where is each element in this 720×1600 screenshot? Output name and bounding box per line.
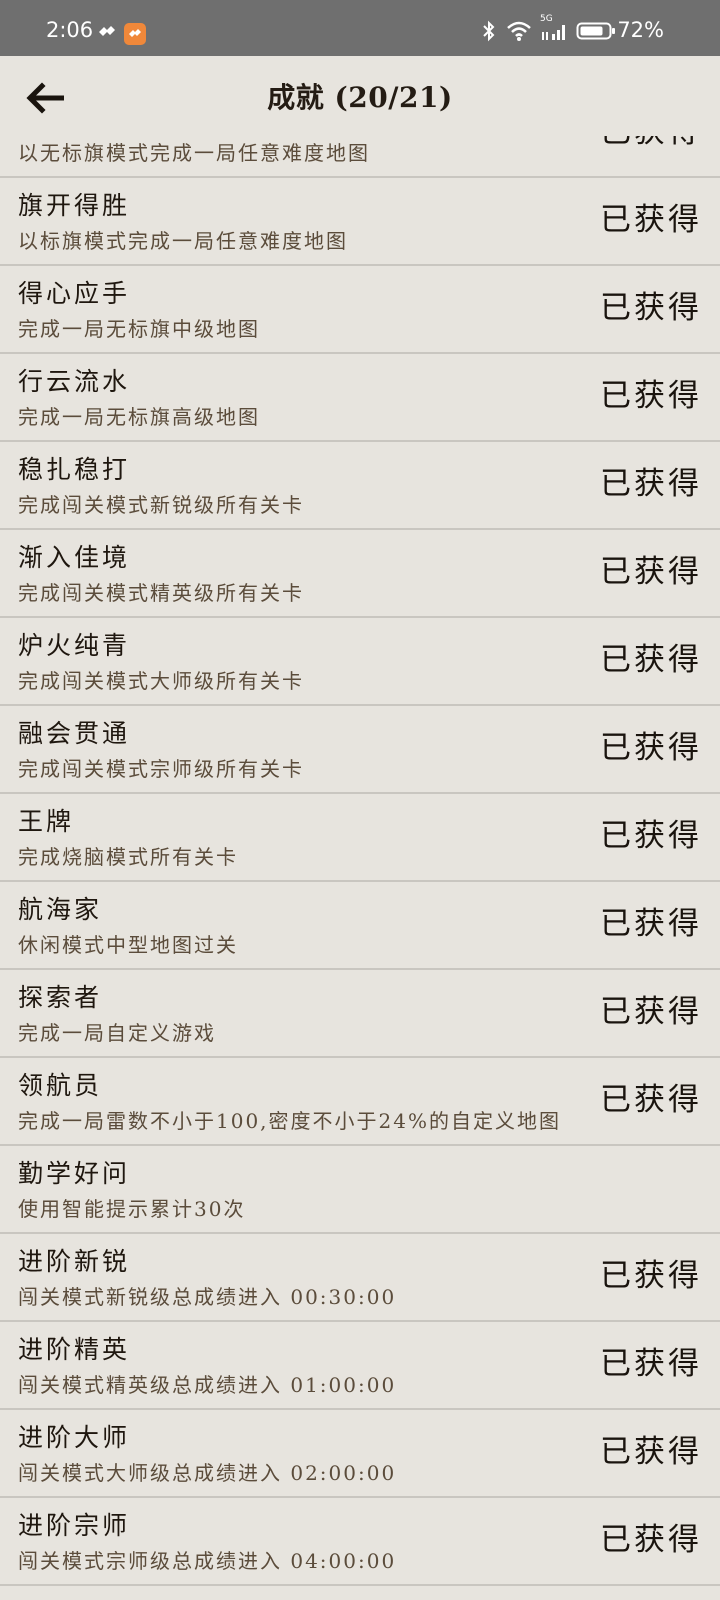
- achievement-name: 炉火纯青: [18, 631, 131, 660]
- achievement-description: 完成烧脑模式所有关卡: [18, 845, 238, 869]
- achievement-row[interactable]: 探索者完成一局自定义游戏 已获得: [0, 970, 720, 1058]
- battery-icon: [576, 20, 616, 46]
- battery-percent: 72%: [617, 18, 664, 42]
- achievement-name: 融会贯通: [18, 719, 131, 748]
- achievement-name: 王牌: [18, 807, 75, 836]
- status-time: 2:06: [46, 18, 94, 42]
- achievement-description: 完成闯关模式大师级所有关卡: [18, 669, 304, 693]
- achievement-name: 进阶大师: [18, 1423, 131, 1452]
- achievement-list[interactable]: 以无标旗模式完成一局任意难度地图已获得旗开得胜以标旗模式完成一局任意难度地图已获…: [0, 136, 720, 1600]
- achievement-row[interactable]: 进阶宗师闯关模式宗师级总成绩进入 04:00:00 已获得: [0, 1498, 720, 1586]
- achievement-name: 进阶新锐: [18, 1247, 131, 1276]
- achievement-status: 已获得: [600, 554, 702, 590]
- achievement-status: 已获得: [600, 1434, 702, 1470]
- achievement-status: 已获得: [600, 1258, 702, 1294]
- achievement-name: 渐入佳境: [18, 543, 131, 572]
- achievement-description: 闯关模式精英级总成绩进入 01:00:00: [18, 1373, 397, 1397]
- achievement-status: 已获得: [600, 136, 702, 152]
- network-type-label: 5G: [540, 14, 553, 24]
- achievement-row[interactable]: 进阶大师闯关模式大师级总成绩进入 02:00:00 已获得: [0, 1410, 720, 1498]
- achievement-status: 已获得: [600, 906, 702, 942]
- achievement-description: 完成闯关模式宗师级所有关卡: [18, 757, 304, 781]
- achievement-row[interactable]: 融会贯通完成闯关模式宗师级所有关卡 已获得: [0, 706, 720, 794]
- game-app-icon: [124, 23, 146, 45]
- achievement-row[interactable]: 旗开得胜以标旗模式完成一局任意难度地图 已获得: [0, 178, 720, 266]
- achievement-description: 闯关模式新锐级总成绩进入 00:30:00: [18, 1285, 397, 1309]
- achievement-status: 已获得: [600, 1082, 702, 1118]
- achievement-description: 以标旗模式完成一局任意难度地图: [18, 229, 348, 253]
- achievement-row[interactable]: 行云流水完成一局无标旗高级地图 已获得: [0, 354, 720, 442]
- achievement-name: 进阶精英: [18, 1335, 131, 1364]
- achievement-row[interactable]: 领航员完成一局雷数不小于100,密度不小于24%的自定义地图 已获得: [0, 1058, 720, 1146]
- achievement-row[interactable]: 勤学好问使用智能提示累计30次: [0, 1146, 720, 1234]
- achievement-row[interactable]: 渐入佳境完成闯关模式精英级所有关卡 已获得: [0, 530, 720, 618]
- achievement-status: 已获得: [600, 466, 702, 502]
- achievement-row[interactable]: 进阶新锐闯关模式新锐级总成绩进入 00:30:00 已获得: [0, 1234, 720, 1322]
- achievement-row[interactable]: 炉火纯青完成闯关模式大师级所有关卡 已获得: [0, 618, 720, 706]
- status-bar: 2:06 5G 72%: [0, 0, 720, 56]
- achievement-description: 闯关模式大师级总成绩进入 02:00:00: [18, 1461, 397, 1485]
- achievement-row[interactable]: 以无标旗模式完成一局任意难度地图 已获得: [0, 136, 720, 178]
- achievement-name: 旗开得胜: [18, 191, 131, 220]
- achievement-name: 航海家: [18, 895, 103, 924]
- app-header: 成就 (20/21): [0, 56, 720, 136]
- page-title: 成就 (20/21): [267, 81, 453, 114]
- wifi-icon: [506, 20, 532, 46]
- achievement-description: 以无标旗模式完成一局任意难度地图: [18, 141, 370, 165]
- achievement-row[interactable]: 得心应手完成一局无标旗中级地图 已获得: [0, 266, 720, 354]
- achievement-row[interactable]: 航海家休闲模式中型地图过关 已获得: [0, 882, 720, 970]
- achievement-status: 已获得: [600, 202, 702, 238]
- achievement-description: 闯关模式宗师级总成绩进入 04:00:00: [18, 1549, 397, 1573]
- achievement-name: 领航员: [18, 1071, 103, 1100]
- achievement-description: 休闲模式中型地图过关: [18, 933, 238, 957]
- achievement-status: 已获得: [600, 642, 702, 678]
- achievement-name: 探索者: [18, 983, 103, 1012]
- app-notification-icon: [96, 21, 118, 47]
- achievement-row[interactable]: 稳扎稳打完成闯关模式新锐级所有关卡 已获得: [0, 442, 720, 530]
- achievement-description: 使用智能提示累计30次: [18, 1197, 246, 1221]
- achievement-status: 已获得: [600, 290, 702, 326]
- achievement-name: 得心应手: [18, 279, 131, 308]
- achievement-row[interactable]: 进阶精英闯关模式精英级总成绩进入 01:00:00 已获得: [0, 1322, 720, 1410]
- status-right-icons: 5G: [480, 14, 616, 46]
- achievement-status: 已获得: [600, 730, 702, 766]
- achievement-description: 完成一局无标旗高级地图: [18, 405, 260, 429]
- achievement-description: 完成一局自定义游戏: [18, 1021, 216, 1045]
- achievement-status: 已获得: [600, 1522, 702, 1558]
- achievement-status: 已获得: [600, 818, 702, 854]
- signal-icon: 5G: [540, 14, 568, 46]
- achievement-description: 完成闯关模式新锐级所有关卡: [18, 493, 304, 517]
- achievement-name: 进阶宗师: [18, 1511, 131, 1540]
- notification-icons: [96, 21, 146, 47]
- achievement-name: 勤学好问: [18, 1159, 131, 1188]
- achievement-description: 完成一局无标旗中级地图: [18, 317, 260, 341]
- achievement-row[interactable]: 王牌完成烧脑模式所有关卡 已获得: [0, 794, 720, 882]
- achievement-name: 行云流水: [18, 367, 131, 396]
- bluetooth-icon: [480, 20, 498, 46]
- achievement-description: 完成闯关模式精英级所有关卡: [18, 581, 304, 605]
- achievement-status: 已获得: [600, 994, 702, 1030]
- achievement-status: 已获得: [600, 378, 702, 414]
- achievement-status: 已获得: [600, 1346, 702, 1382]
- achievement-name: 稳扎稳打: [18, 455, 131, 484]
- achievement-description: 完成一局雷数不小于100,密度不小于24%的自定义地图: [18, 1109, 561, 1133]
